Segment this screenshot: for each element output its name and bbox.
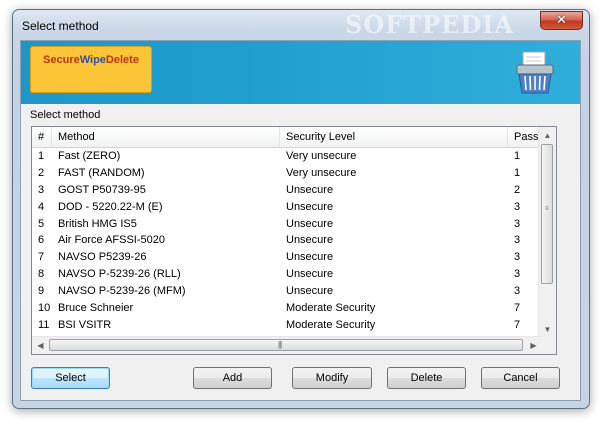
row-method: NAVSO P5239-26 <box>58 251 147 264</box>
row-security-level: Unsecure <box>286 234 334 247</box>
table-row[interactable]: 8 NAVSO P-5239-26 (RLL) Unsecure 3 <box>32 266 542 283</box>
row-security-level: Moderate Security <box>286 318 376 331</box>
table-row[interactable]: 11 BSI VSITR Moderate Security 7 <box>32 317 542 334</box>
methods-list[interactable]: # Method Security Level Passe 1 Fast (ZER… <box>31 126 557 355</box>
row-method: FAST (RANDOM) <box>58 166 145 179</box>
close-button[interactable]: ✕ <box>540 11 583 30</box>
watermark: SOFTPEDIA <box>345 10 515 39</box>
row-index: 4 <box>38 200 45 213</box>
row-index: 7 <box>38 251 45 264</box>
row-index: 5 <box>38 217 45 230</box>
group-label: Select method <box>30 109 101 121</box>
row-index: 6 <box>38 234 45 247</box>
row-security-level: Unsecure <box>286 268 334 281</box>
row-method: BSI VSITR <box>58 318 112 331</box>
row-method: Air Force AFSSI-5020 <box>58 234 165 247</box>
delete-button[interactable]: Delete <box>387 367 466 389</box>
select-button[interactable]: Select <box>31 367 110 389</box>
table-row[interactable]: 4 DOD - 5220.22-M (E) Unsecure 3 <box>32 199 542 216</box>
header-banner: SecureWipeDelete <box>21 41 580 104</box>
row-security-level: Unsecure <box>286 217 334 230</box>
arrow-up-icon[interactable]: ▲ <box>539 127 556 144</box>
vertical-scrollbar[interactable]: ▲ ≡ ▼ <box>538 127 556 338</box>
title-bar[interactable]: Select method SOFTPEDIA ✕ <box>13 10 589 40</box>
row-method: British HMG IS5 <box>58 217 137 230</box>
modify-button[interactable]: Modify <box>292 367 372 389</box>
window-title: Select method <box>22 19 99 33</box>
horizontal-scroll-thumb[interactable]: ||| <box>49 339 523 351</box>
scroll-corner <box>539 337 556 354</box>
table-row[interactable]: 9 NAVSO P-5239-26 (MFM) Unsecure 3 <box>32 283 542 300</box>
horizontal-scrollbar[interactable]: ◀ ||| ▶ <box>32 336 542 354</box>
table-row[interactable]: 3 GOST P50739-95 Unsecure 2 <box>32 182 542 199</box>
row-index: 11 <box>38 318 50 331</box>
logo-text: SecureWipeDelete <box>43 54 139 66</box>
row-index: 9 <box>38 285 45 298</box>
cancel-button[interactable]: Cancel <box>481 367 560 389</box>
row-method: Bruce Schneier <box>58 302 134 315</box>
row-index: 3 <box>38 183 45 196</box>
table-row[interactable]: 2 FAST (RANDOM) Very unsecure 1 <box>32 165 542 182</box>
table-row[interactable]: 6 Air Force AFSSI-5020 Unsecure 3 <box>32 232 542 249</box>
table-row[interactable]: 10 Bruce Schneier Moderate Security 7 <box>32 300 542 317</box>
shredder-icon <box>516 51 554 94</box>
row-method: GOST P50739-95 <box>58 183 146 196</box>
list-rows: 1 Fast (ZERO) Very unsecure 1 2 FAST (RANDOM… <box>32 148 542 334</box>
grip-icon: ≡ <box>545 206 549 212</box>
close-icon: ✕ <box>556 13 567 28</box>
arrow-left-icon[interactable]: ◀ <box>32 337 49 354</box>
row-index: 1 <box>38 150 45 162</box>
list-header: # Method Security Level Passe <box>32 127 545 148</box>
row-index: 8 <box>38 268 45 281</box>
column-header-method[interactable]: Method <box>52 127 280 147</box>
row-security-level: Moderate Security <box>286 302 376 315</box>
row-index: 10 <box>38 302 51 315</box>
row-security-level: Unsecure <box>286 285 334 298</box>
table-row[interactable]: 5 British HMG IS5 Unsecure 3 <box>32 216 542 233</box>
grip-icon: ||| <box>278 340 282 349</box>
table-row[interactable]: 7 NAVSO P5239-26 Unsecure 3 <box>32 249 542 266</box>
row-method: NAVSO P-5239-26 (MFM) <box>58 285 186 298</box>
client-area: SecureWipeDelete Select method # Method … <box>20 40 581 401</box>
dialog-window: Select method SOFTPEDIA ✕ SecureWipeDele… <box>12 9 590 409</box>
row-security-level: Unsecure <box>286 183 334 196</box>
row-method: Fast (ZERO) <box>58 150 121 162</box>
vertical-scroll-thumb[interactable]: ≡ <box>541 144 553 284</box>
row-security-level: Unsecure <box>286 251 334 264</box>
row-security-level: Unsecure <box>286 200 334 213</box>
row-index: 2 <box>38 166 45 179</box>
row-security-level: Very unsecure <box>286 150 357 162</box>
add-button[interactable]: Add <box>193 367 272 389</box>
table-row[interactable]: 1 Fast (ZERO) Very unsecure 1 <box>32 148 542 165</box>
app-logo: SecureWipeDelete <box>30 46 152 93</box>
column-header-index[interactable]: # <box>32 127 52 147</box>
row-method: NAVSO P-5239-26 (RLL) <box>58 268 181 281</box>
column-header-security-level[interactable]: Security Level <box>280 127 508 147</box>
row-security-level: Very unsecure <box>286 166 357 179</box>
row-method: DOD - 5220.22-M (E) <box>58 200 163 213</box>
